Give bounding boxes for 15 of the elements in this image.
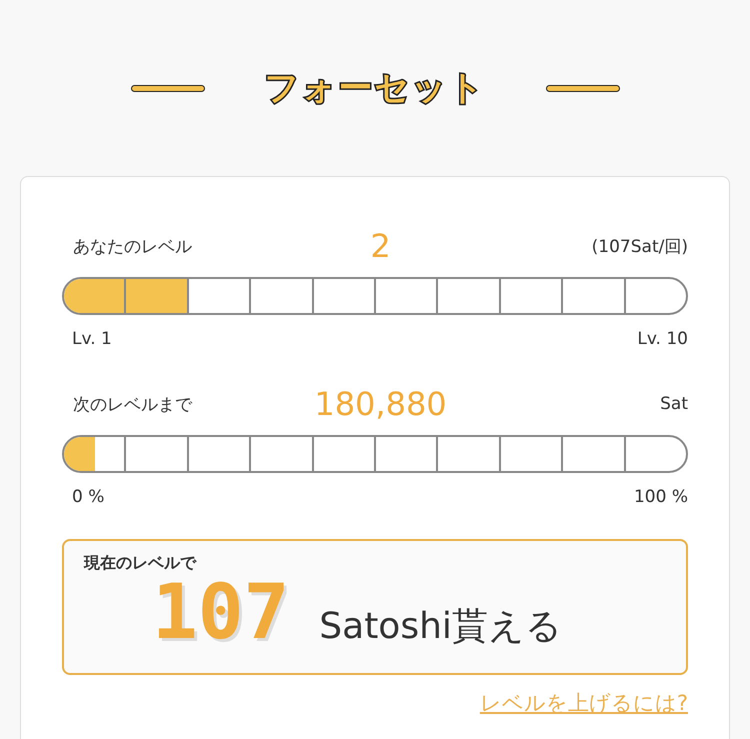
meter-label: 次のレベルまで xyxy=(73,394,194,416)
page-title: フォーセット xyxy=(264,67,486,110)
scale-max: Lv. 10 xyxy=(637,329,688,349)
reward-caption: 現在のレベルで xyxy=(84,553,198,574)
meter-label: あなたのレベル xyxy=(73,236,193,258)
meter-unit: Sat xyxy=(659,394,688,414)
reward-amount: 107 xyxy=(152,574,290,650)
scale-min: Lv. 1 xyxy=(72,329,112,349)
meter-value: 180,880 xyxy=(314,385,447,423)
meter-value: 2 xyxy=(370,227,391,265)
reward-unit: Satoshi貰える xyxy=(319,605,562,649)
scale-min: 0 % xyxy=(72,487,104,507)
meter-unit: (107Sat/回) xyxy=(590,236,688,258)
scale-max: 100 % xyxy=(634,487,688,507)
level-up-link[interactable]: レベルを上げるには? xyxy=(480,689,688,717)
